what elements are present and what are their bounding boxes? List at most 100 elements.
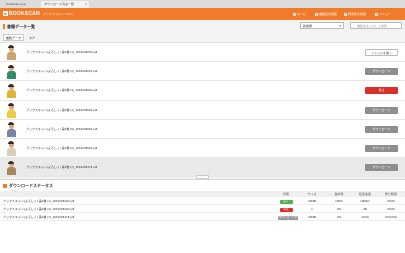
sort-select[interactable]: 新着順 ▾ xyxy=(300,22,344,29)
book-filename[interactable]: ブックスキャン(よろしく) 第1巻 (5)_4061038004.pdf xyxy=(26,120,97,139)
home-icon xyxy=(293,12,296,16)
download-button[interactable]: ダウンロード xyxy=(365,106,398,114)
book-filename[interactable]: ブックスキャン(よろしく) 第1巻 (1)_4061038240.pdf xyxy=(26,43,97,62)
book-row[interactable]: ブックスキャン(よろしく) 第1巻 (1)_4061038240.pdf ファイル… xyxy=(0,43,405,63)
book-logo-icon: ■ xyxy=(3,11,8,16)
search-placeholder: 書籍名を入力して検索 xyxy=(357,24,387,28)
cover-thumbnail[interactable] xyxy=(6,102,16,118)
search-icon xyxy=(315,12,318,16)
download-filename: ブックスキャン(よろしく) 第1巻 (7)_4061038178.pdf xyxy=(3,215,75,219)
open-file-button[interactable]: ファイルを開く xyxy=(365,49,398,56)
book-list: ブックスキャン(よろしく) 第1巻 (1)_4061038240.pdf ファイル… xyxy=(0,42,405,178)
thumbnail-figure xyxy=(6,147,16,156)
book-row[interactable]: ブックスキャン(よろしく) 第1巻 (6)_4061038023.pdf ダウンロ… xyxy=(0,139,405,159)
thumbnail-hair xyxy=(8,83,14,87)
thumbnail-figure xyxy=(6,71,16,80)
thumbnail-hair xyxy=(8,45,14,49)
download-row: ブックスキャン(よろしく) 第1巻 (7)_4061038178.pdf ダウンロ… xyxy=(0,213,405,221)
download-speed: 10KB/s xyxy=(360,199,370,203)
download-filename: ブックスキャン(よろしく) 第1巻 (3)_4061038240.pdf xyxy=(3,207,75,211)
book-filename[interactable]: ブックスキャン(よろしく) 第1巻 (6)_4061038023.pdf xyxy=(26,139,97,158)
download-filename: ブックスキャン(よろしく) 第1巻 (1)_4061038240.pdf xyxy=(3,199,75,203)
thumbnail-hair xyxy=(8,160,14,164)
nav-search-author-label: 著者名を検索 xyxy=(348,12,367,16)
browser-tabbar: bookscan.co.jp ダウンロード済み一覧 × xyxy=(0,0,405,8)
browser-tab-active[interactable]: ダウンロード済み一覧 × xyxy=(41,1,89,8)
status-badge: 完了 xyxy=(279,199,293,204)
thumbnail-figure xyxy=(6,109,16,118)
search-icon xyxy=(344,12,347,16)
book-row[interactable]: ブックスキャン(よろしく) 第1巻 (2)_4061038243.pdf ダウンロ… xyxy=(0,62,405,82)
download-status: 完了 xyxy=(278,197,294,205)
thumbnail-hair xyxy=(8,102,14,106)
book-filename[interactable]: ブックスキャン(よろしく) 第1巻 (2)_4061038243.pdf xyxy=(26,62,97,81)
download-row: ブックスキャン(よろしく) 第1巻 (3)_4061038240.pdf 停止 1 0… xyxy=(0,205,405,213)
download-row: ブックスキャン(よろしく) 第1巻 (1)_4061038240.pdf 完了 20… xyxy=(0,197,405,205)
nav-home[interactable]: ホーム xyxy=(293,8,306,20)
download-size: 1 xyxy=(311,207,313,211)
tab-books[interactable]: 書籍データ xyxy=(3,34,25,41)
nav-search-title[interactable]: 書籍名を検索 xyxy=(315,8,337,20)
download-progress: 4% xyxy=(336,215,342,219)
tab-tags[interactable]: タグ xyxy=(27,35,37,42)
menu-icon xyxy=(375,12,378,16)
download-remaining: 00:00 xyxy=(387,199,395,203)
nav-home-label: ホーム xyxy=(297,12,306,16)
page-title: 書籍データ一覧 xyxy=(3,23,35,30)
status-badge: ダウンロード中 xyxy=(278,215,298,220)
sort-value: 新着順 xyxy=(303,24,313,28)
search-icon: ⌕ xyxy=(353,25,355,29)
page-title-text: 書籍データ一覧 xyxy=(7,24,35,29)
nav-search-title-label: 書籍名を検索 xyxy=(319,12,338,16)
thumbnail-figure xyxy=(6,167,16,176)
search-input[interactable]: ⌕ 書籍名を入力して検索 xyxy=(350,22,402,29)
download-status-title-text: ダウンロードステータス xyxy=(9,183,53,188)
download-progress: 100% xyxy=(335,199,343,203)
cover-thumbnail[interactable] xyxy=(6,160,16,176)
download-remaining: 00:04:00 xyxy=(385,215,397,219)
download-size: 20MB xyxy=(308,215,316,219)
download-status: 停止 xyxy=(278,205,294,213)
thumbnail-figure xyxy=(6,128,16,137)
subtabs: 書籍データ タグ xyxy=(3,34,40,41)
book-filename[interactable]: ブックスキャン(よろしく) 第1巻 (3)_4061038240.pdf xyxy=(26,81,97,100)
cover-thumbnail[interactable] xyxy=(6,141,16,156)
thumbnail-hair xyxy=(8,64,14,68)
book-filename[interactable]: ブックスキャン(よろしく) 第1巻 (4)_4061038023.pdf xyxy=(26,101,97,120)
app-header: ■ BOOKSCAN ブックスキャン Web ホーム 書籍名を検索 著者名を検索 メ… xyxy=(0,8,405,20)
download-button[interactable]: ダウンロード xyxy=(365,125,398,133)
stop-button[interactable]: 停止 xyxy=(365,87,398,95)
nav-menu[interactable]: メニュー xyxy=(375,8,391,20)
download-speed: 0B xyxy=(363,207,367,211)
download-button[interactable]: ダウンロード xyxy=(365,68,398,76)
download-status-panel: ダウンロードステータス 状態 サイズ 進捗率 転送速度 残り時間 ブックスキャン… xyxy=(0,179,405,253)
book-row[interactable]: ブックスキャン(よろしく) 第1巻 (4)_4061038023.pdf ダウンロ… xyxy=(0,101,405,120)
download-icon xyxy=(3,183,7,188)
book-row[interactable]: ブックスキャン(よろしく) 第1巻 (5)_4061038004.pdf ダウンロ… xyxy=(0,120,405,139)
nav-menu-label: メニュー xyxy=(379,12,392,16)
title-accent xyxy=(3,24,5,29)
download-progress: 0% xyxy=(336,207,342,211)
download-button[interactable]: ダウンロード xyxy=(365,144,398,152)
nav-search-author[interactable]: 著者名を検索 xyxy=(344,8,366,20)
thumbnail-figure xyxy=(6,52,16,60)
chevron-down-icon: ▾ xyxy=(339,24,341,28)
download-speed: 10:00 xyxy=(361,215,369,219)
cover-thumbnail[interactable] xyxy=(6,45,16,60)
app-name: ブックスキャン Web xyxy=(42,12,73,16)
cover-thumbnail[interactable] xyxy=(6,122,16,137)
logo[interactable]: ■ BOOKSCAN ブックスキャン Web xyxy=(3,10,73,18)
browser-tab-label: ダウンロード済み一覧 xyxy=(44,2,75,6)
book-row[interactable]: ブックスキャン(よろしく) 第1巻 (3)_4061038240.pdf 停止 xyxy=(0,81,405,101)
download-button[interactable]: ダウンロード xyxy=(365,164,398,172)
cover-thumbnail[interactable] xyxy=(6,83,16,99)
download-remaining: 00:00 xyxy=(387,207,395,211)
cover-thumbnail[interactable] xyxy=(6,64,16,80)
browser-tab[interactable]: bookscan.co.jp xyxy=(3,1,37,8)
book-filename[interactable]: ブックスキャン(よろしく) 第1巻 (7)_4061038178.pdf xyxy=(26,158,97,177)
status-badge: 停止 xyxy=(279,207,293,212)
thumbnail-figure xyxy=(6,90,16,99)
toolbar: 書籍データ一覧 新着順 ▾ ⌕ 書籍名を入力して検索 xyxy=(0,20,405,33)
download-status-title: ダウンロードステータス xyxy=(3,182,53,189)
close-icon[interactable]: × xyxy=(85,1,87,8)
